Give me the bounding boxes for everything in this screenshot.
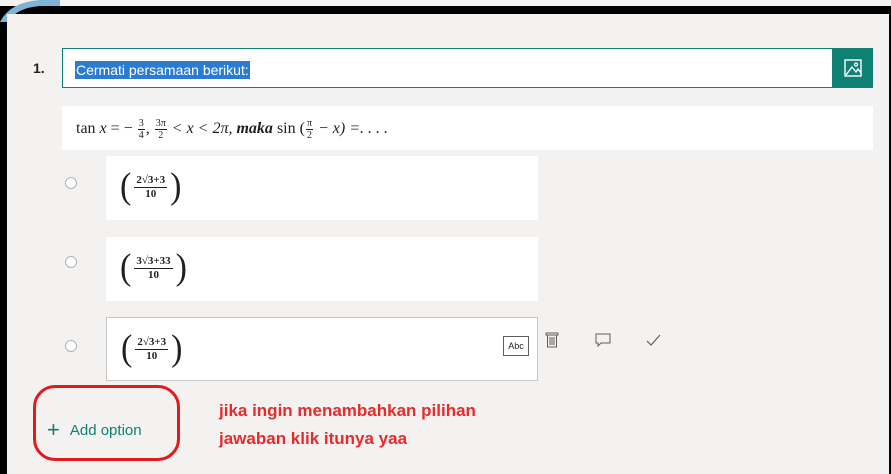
formula-sin: sin bbox=[276, 120, 296, 138]
check-icon[interactable] bbox=[645, 332, 661, 353]
fraction-3pi-2: 3π 2 bbox=[154, 118, 167, 141]
annotation-circle bbox=[33, 385, 180, 461]
formula-text: tan x = − 34, 3π 2 < x < 2π, maka sin (π 2… bbox=[76, 118, 389, 141]
formula-inequality: < x < 2π, bbox=[171, 120, 233, 138]
annotation-line-1: jika ingin menambahkan pilihan bbox=[219, 401, 476, 420]
formula-tail: − x) =. . . . bbox=[318, 120, 389, 138]
annotation-text: jika ingin menambahkan pilihan jawaban k… bbox=[219, 397, 476, 453]
fraction-3-4: 34 bbox=[137, 118, 145, 141]
option-2-radio[interactable] bbox=[65, 256, 77, 268]
formula-maka: maka bbox=[236, 120, 273, 138]
question-title-text: Cermati persamaan berikut: bbox=[75, 61, 250, 79]
option-3-formula: ( 2√3+3 10 ) bbox=[121, 328, 183, 369]
question-title-input[interactable]: Cermati persamaan berikut: bbox=[62, 48, 833, 88]
comment-icon[interactable] bbox=[595, 332, 611, 353]
fraction-pi-2: π2 bbox=[305, 118, 313, 141]
delete-icon[interactable] bbox=[545, 332, 559, 353]
math-text-toggle-button[interactable]: Abc bbox=[503, 336, 529, 356]
question-number: 1. bbox=[33, 60, 45, 76]
image-icon bbox=[844, 59, 862, 77]
formula-tan: tan bbox=[76, 120, 96, 138]
formula-eq: = − bbox=[110, 120, 133, 138]
option-1-radio[interactable] bbox=[65, 177, 77, 189]
formula-var: x bbox=[99, 120, 107, 138]
question-formula[interactable]: tan x = − 34, 3π 2 < x < 2π, maka sin (π 2… bbox=[62, 106, 873, 150]
annotation-line-2: jawaban klik itunya yaa bbox=[219, 429, 408, 448]
option-1-formula: ( 2√3+3 10 ) bbox=[120, 166, 182, 207]
option-2-formula: ( 3√3+33 10 ) bbox=[120, 247, 187, 288]
option-1-box[interactable]: ( 2√3+3 10 ) bbox=[106, 156, 538, 220]
insert-image-button[interactable] bbox=[833, 48, 873, 88]
option-2-box[interactable]: ( 3√3+33 10 ) bbox=[106, 237, 538, 301]
option-3-box[interactable]: ( 2√3+3 10 ) Abc bbox=[106, 317, 538, 381]
option-3-radio[interactable] bbox=[65, 340, 77, 352]
